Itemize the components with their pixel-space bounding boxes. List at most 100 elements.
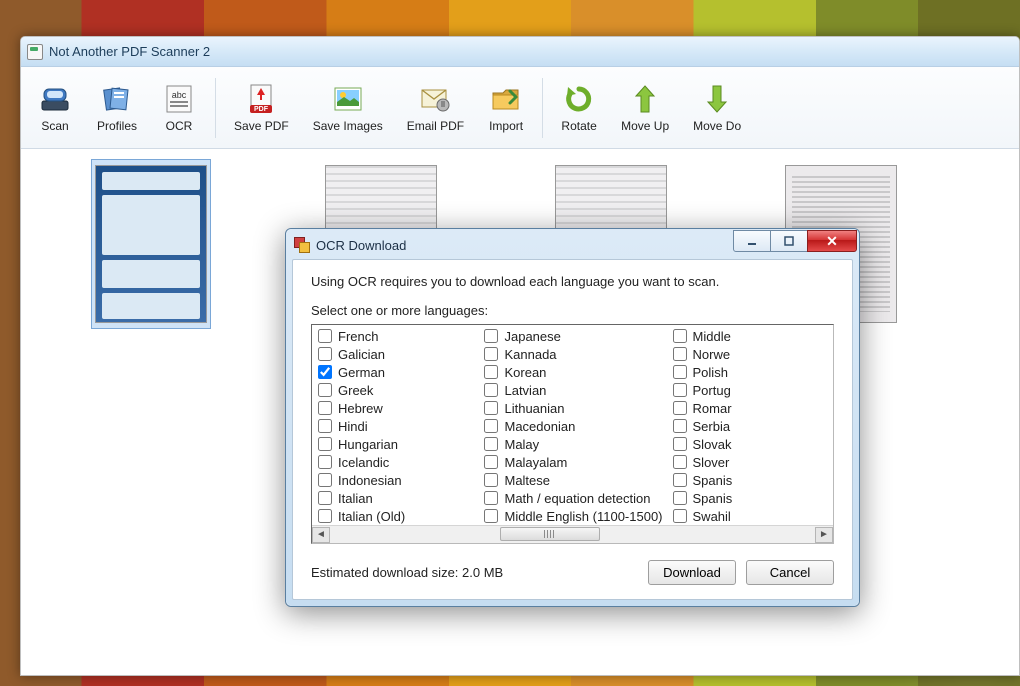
app-title: Not Another PDF Scanner 2 — [49, 44, 210, 59]
language-checkbox-item[interactable]: Galician — [316, 345, 474, 363]
language-checkbox[interactable] — [673, 383, 687, 397]
save-images-button[interactable]: Save Images — [303, 77, 393, 139]
language-checkbox-item[interactable]: Norwe — [671, 345, 829, 363]
maximize-button[interactable] — [770, 230, 808, 252]
profiles-button[interactable]: Profiles — [87, 77, 147, 139]
language-checkbox-item[interactable]: Middle — [671, 327, 829, 345]
horizontal-scrollbar[interactable]: ◄ ► — [312, 525, 833, 543]
email-pdf-button[interactable]: Email PDF — [397, 77, 474, 139]
language-checkbox-item[interactable]: Greek — [316, 381, 474, 399]
language-checkbox[interactable] — [673, 365, 687, 379]
language-checkbox-item[interactable]: Hebrew — [316, 399, 474, 417]
language-checkbox[interactable] — [318, 509, 332, 523]
scroll-left-arrow[interactable]: ◄ — [312, 527, 330, 543]
language-label: Italian (Old) — [338, 509, 405, 524]
language-checkbox[interactable] — [673, 347, 687, 361]
language-checkbox-item[interactable]: Italian (Old) — [316, 507, 474, 525]
language-checkbox-item[interactable]: Malay — [482, 435, 662, 453]
move-up-label: Move Up — [621, 119, 669, 133]
language-checkbox[interactable] — [484, 383, 498, 397]
language-checkbox[interactable] — [318, 329, 332, 343]
language-checkbox[interactable] — [318, 473, 332, 487]
app-titlebar[interactable]: Not Another PDF Scanner 2 — [21, 37, 1019, 67]
language-checkbox[interactable] — [484, 437, 498, 451]
cancel-button[interactable]: Cancel — [746, 560, 834, 585]
rotate-button[interactable]: Rotate — [551, 77, 607, 139]
language-checkbox-item[interactable]: Hungarian — [316, 435, 474, 453]
language-checkbox-item[interactable]: Macedonian — [482, 417, 662, 435]
language-checkbox[interactable] — [318, 383, 332, 397]
language-checkbox-item[interactable]: Romar — [671, 399, 829, 417]
language-checkbox[interactable] — [318, 365, 332, 379]
language-checkbox[interactable] — [318, 347, 332, 361]
language-checkbox-item[interactable]: Spanis — [671, 471, 829, 489]
language-checkbox[interactable] — [484, 491, 498, 505]
language-checkbox-item[interactable]: Hindi — [316, 417, 474, 435]
page-preview — [95, 165, 207, 323]
language-label: Polish — [693, 365, 728, 380]
page-thumbnail[interactable] — [91, 159, 211, 329]
image-icon — [332, 83, 364, 115]
language-checkbox[interactable] — [673, 491, 687, 505]
language-checkbox-item[interactable]: Italian — [316, 489, 474, 507]
language-checkbox[interactable] — [318, 401, 332, 415]
language-checkbox[interactable] — [484, 419, 498, 433]
profiles-icon — [101, 83, 133, 115]
language-checkbox-item[interactable]: Icelandic — [316, 453, 474, 471]
language-checkbox-item[interactable]: Math / equation detection — [482, 489, 662, 507]
language-checkbox[interactable] — [673, 401, 687, 415]
language-checkbox[interactable] — [484, 473, 498, 487]
language-checkbox-item[interactable]: Swahil — [671, 507, 829, 525]
language-checkbox-item[interactable]: Indonesian — [316, 471, 474, 489]
language-checkbox[interactable] — [673, 437, 687, 451]
language-checkbox-item[interactable]: Maltese — [482, 471, 662, 489]
language-checkbox[interactable] — [673, 419, 687, 433]
language-checkbox-item[interactable]: Portug — [671, 381, 829, 399]
language-checkbox[interactable] — [318, 437, 332, 451]
language-checkbox-item[interactable]: Slover — [671, 453, 829, 471]
language-checkbox[interactable] — [673, 455, 687, 469]
language-checkbox-item[interactable]: Serbia — [671, 417, 829, 435]
move-down-button[interactable]: Move Do — [683, 77, 751, 139]
language-checkbox-item[interactable]: French — [316, 327, 474, 345]
ocr-button[interactable]: abc OCR — [151, 77, 207, 139]
scan-button[interactable]: Scan — [27, 77, 83, 139]
import-button[interactable]: Import — [478, 77, 534, 139]
scroll-thumb[interactable] — [500, 527, 600, 541]
language-label: Indonesian — [338, 473, 402, 488]
email-pdf-label: Email PDF — [407, 119, 464, 133]
language-checkbox-item[interactable]: Lithuanian — [482, 399, 662, 417]
language-checkbox[interactable] — [484, 455, 498, 469]
language-checkbox[interactable] — [673, 509, 687, 523]
move-up-button[interactable]: Move Up — [611, 77, 679, 139]
language-checkbox[interactable] — [484, 365, 498, 379]
save-pdf-button[interactable]: PDF Save PDF — [224, 77, 299, 139]
scroll-track[interactable] — [330, 527, 815, 543]
language-checkbox[interactable] — [673, 329, 687, 343]
language-checkbox-item[interactable]: Slovak — [671, 435, 829, 453]
language-checkbox-item[interactable]: Malayalam — [482, 453, 662, 471]
language-checkbox-item[interactable]: Spanis — [671, 489, 829, 507]
scroll-right-arrow[interactable]: ► — [815, 527, 833, 543]
language-checkbox-item[interactable]: Latvian — [482, 381, 662, 399]
close-button[interactable]: ✕ — [807, 230, 857, 252]
language-checkbox-item[interactable]: Middle English (1100-1500) — [482, 507, 662, 525]
language-checkbox-item[interactable]: Japanese — [482, 327, 662, 345]
language-checkbox[interactable] — [484, 401, 498, 415]
language-checkbox-item[interactable]: German — [316, 363, 474, 381]
language-checkbox-item[interactable]: Korean — [482, 363, 662, 381]
language-checkbox[interactable] — [673, 473, 687, 487]
dialog-titlebar[interactable]: OCR Download ✕ — [292, 235, 853, 259]
language-checkbox[interactable] — [484, 329, 498, 343]
minimize-button[interactable] — [733, 230, 771, 252]
language-checkbox[interactable] — [484, 509, 498, 523]
language-checkbox[interactable] — [318, 419, 332, 433]
svg-text:PDF: PDF — [254, 106, 269, 113]
language-list[interactable]: FrenchGalicianGermanGreekHebrewHindiHung… — [311, 324, 834, 544]
language-checkbox-item[interactable]: Kannada — [482, 345, 662, 363]
language-checkbox-item[interactable]: Polish — [671, 363, 829, 381]
download-button[interactable]: Download — [648, 560, 736, 585]
language-checkbox[interactable] — [484, 347, 498, 361]
language-checkbox[interactable] — [318, 491, 332, 505]
language-checkbox[interactable] — [318, 455, 332, 469]
